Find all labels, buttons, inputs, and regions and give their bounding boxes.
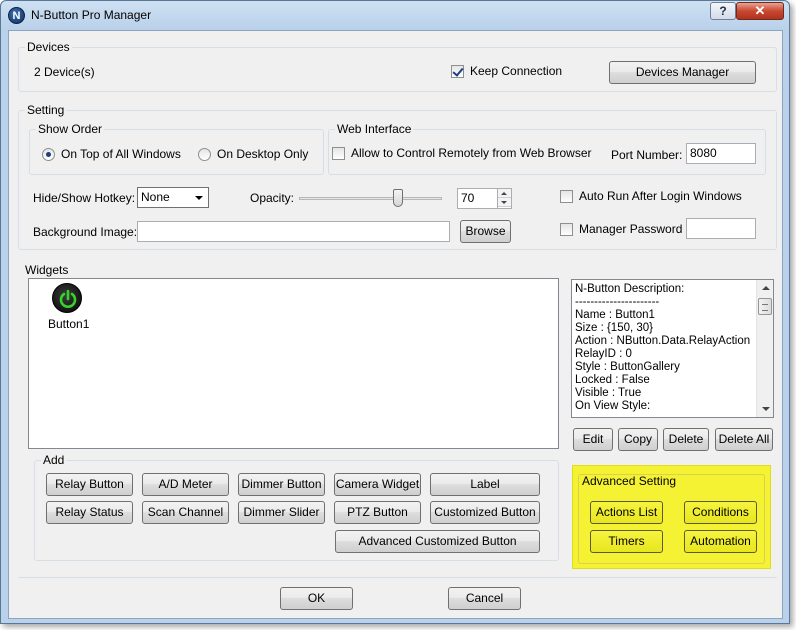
devices-manager-button[interactable]: Devices Manager xyxy=(609,61,756,84)
description-line: Visible : True xyxy=(575,387,642,399)
advanced-setting-highlight: Advanced Setting Actions List Conditions… xyxy=(572,465,771,569)
show-order-label: Show Order xyxy=(36,122,105,136)
relay-status-add[interactable]: Relay Status xyxy=(46,501,133,524)
description-line: Name : Button1 xyxy=(575,309,655,321)
window-title: N-Button Pro Manager xyxy=(31,8,152,22)
device-count: 2 Device(s) xyxy=(34,65,95,79)
dialog-body: Devices 2 Device(s) Keep Connection Devi… xyxy=(8,30,783,619)
description-line: Size : {150, 30} xyxy=(575,322,654,334)
manager-password-label: Manager Password xyxy=(579,222,683,236)
description-scrollbar[interactable] xyxy=(756,280,773,417)
description-line: ---------------------- xyxy=(575,296,660,308)
description-box[interactable]: N-Button Description: ------------------… xyxy=(571,279,774,418)
conditions-button[interactable]: Conditions xyxy=(684,501,757,524)
widget-item[interactable]: Button1 xyxy=(44,283,94,333)
scan-channel-add[interactable]: Scan Channel xyxy=(142,501,229,524)
on-top-label: On Top of All Windows xyxy=(61,147,181,161)
customized-button-add[interactable]: Customized Button xyxy=(430,501,540,524)
widgets-label: Widgets xyxy=(25,263,69,277)
on-desktop-radio[interactable] xyxy=(198,148,211,161)
main-window: N N-Button Pro Manager ? ✕ Devices 2 Dev… xyxy=(0,0,790,624)
delete-button[interactable]: Delete xyxy=(663,428,709,451)
opacity-slider-track[interactable] xyxy=(299,197,442,200)
widget-canvas[interactable]: Button1 xyxy=(28,278,559,449)
edit-button[interactable]: Edit xyxy=(573,428,613,451)
add-group-label: Add xyxy=(41,453,67,467)
scroll-up-icon[interactable] xyxy=(762,286,770,290)
scroll-thumb[interactable] xyxy=(758,298,772,315)
automation-button[interactable]: Automation xyxy=(684,530,757,553)
widget-item-label: Button1 xyxy=(48,317,90,331)
hotkey-select[interactable]: None xyxy=(137,187,209,208)
devices-group-label: Devices xyxy=(25,40,72,54)
description-line: N-Button Description: xyxy=(575,283,685,295)
browse-button[interactable]: Browse xyxy=(460,220,511,243)
copy-button[interactable]: Copy xyxy=(618,428,658,451)
allow-remote-checkbox[interactable] xyxy=(332,147,345,160)
advanced-setting-label: Advanced Setting xyxy=(582,474,677,488)
port-number-label: Port Number: xyxy=(611,148,683,162)
manager-password-input[interactable] xyxy=(686,218,756,239)
dimmer-slider-add[interactable]: Dimmer Slider xyxy=(238,501,325,524)
description-line: RelayID : 0 xyxy=(575,348,632,360)
opacity-value: 70 xyxy=(461,191,475,205)
setting-group-label: Setting xyxy=(25,103,67,117)
scroll-down-icon[interactable] xyxy=(762,407,770,411)
relay-button-add[interactable]: Relay Button xyxy=(46,473,133,496)
timers-button[interactable]: Timers xyxy=(590,530,663,553)
chevron-down-icon xyxy=(195,196,203,200)
hotkey-label: Hide/Show Hotkey: xyxy=(33,191,136,205)
allow-remote-label: Allow to Control Remotely from Web Brows… xyxy=(351,146,592,160)
camera-widget-add[interactable]: Camera Widget xyxy=(334,473,421,496)
ptz-button-add[interactable]: PTZ Button xyxy=(334,501,421,524)
opacity-input[interactable]: 70 xyxy=(457,188,512,209)
advanced-customized-button-add[interactable]: Advanced Customized Button xyxy=(335,530,540,553)
auto-run-label: Auto Run After Login Windows xyxy=(579,189,742,203)
keep-connection-checkbox[interactable] xyxy=(451,65,464,78)
description-line: On View Style: xyxy=(575,400,651,412)
spin-up-icon[interactable] xyxy=(498,189,511,198)
ok-button[interactable]: OK xyxy=(280,587,353,610)
actions-list-button[interactable]: Actions List xyxy=(590,501,663,524)
web-interface-label: Web Interface xyxy=(335,122,414,136)
ad-meter-add[interactable]: A/D Meter xyxy=(142,473,229,496)
opacity-spinner[interactable] xyxy=(497,189,511,208)
auto-run-checkbox[interactable] xyxy=(560,190,573,203)
opacity-slider-thumb[interactable] xyxy=(393,189,403,207)
description-line: Action : NButton.Data.RelayAction xyxy=(575,335,751,347)
title-bar[interactable]: N N-Button Pro Manager ? ✕ xyxy=(1,1,789,29)
footer-divider xyxy=(18,577,777,578)
close-button[interactable]: ✕ xyxy=(736,2,784,20)
port-number-input[interactable]: 8080 xyxy=(686,143,756,164)
power-icon xyxy=(52,283,82,313)
on-desktop-label: On Desktop Only xyxy=(217,147,309,161)
description-text: N-Button Description: ------------------… xyxy=(573,283,750,413)
help-button[interactable]: ? xyxy=(710,2,736,20)
on-top-radio[interactable] xyxy=(42,148,55,161)
keep-connection-label: Keep Connection xyxy=(470,64,563,78)
background-image-input[interactable] xyxy=(137,221,450,242)
cancel-button[interactable]: Cancel xyxy=(448,587,521,610)
spin-down-icon[interactable] xyxy=(498,198,511,207)
description-line: Locked : False xyxy=(575,374,650,386)
label-add[interactable]: Label xyxy=(430,473,540,496)
description-line: Style : ButtonGallery xyxy=(575,361,680,373)
manager-password-checkbox[interactable] xyxy=(560,223,573,236)
hotkey-value: None xyxy=(141,190,170,204)
app-logo-icon: N xyxy=(8,7,25,24)
dimmer-button-add[interactable]: Dimmer Button xyxy=(238,473,325,496)
background-image-label: Background Image: xyxy=(33,225,138,239)
opacity-label: Opacity: xyxy=(250,191,295,205)
delete-all-button[interactable]: Delete All xyxy=(715,428,773,451)
